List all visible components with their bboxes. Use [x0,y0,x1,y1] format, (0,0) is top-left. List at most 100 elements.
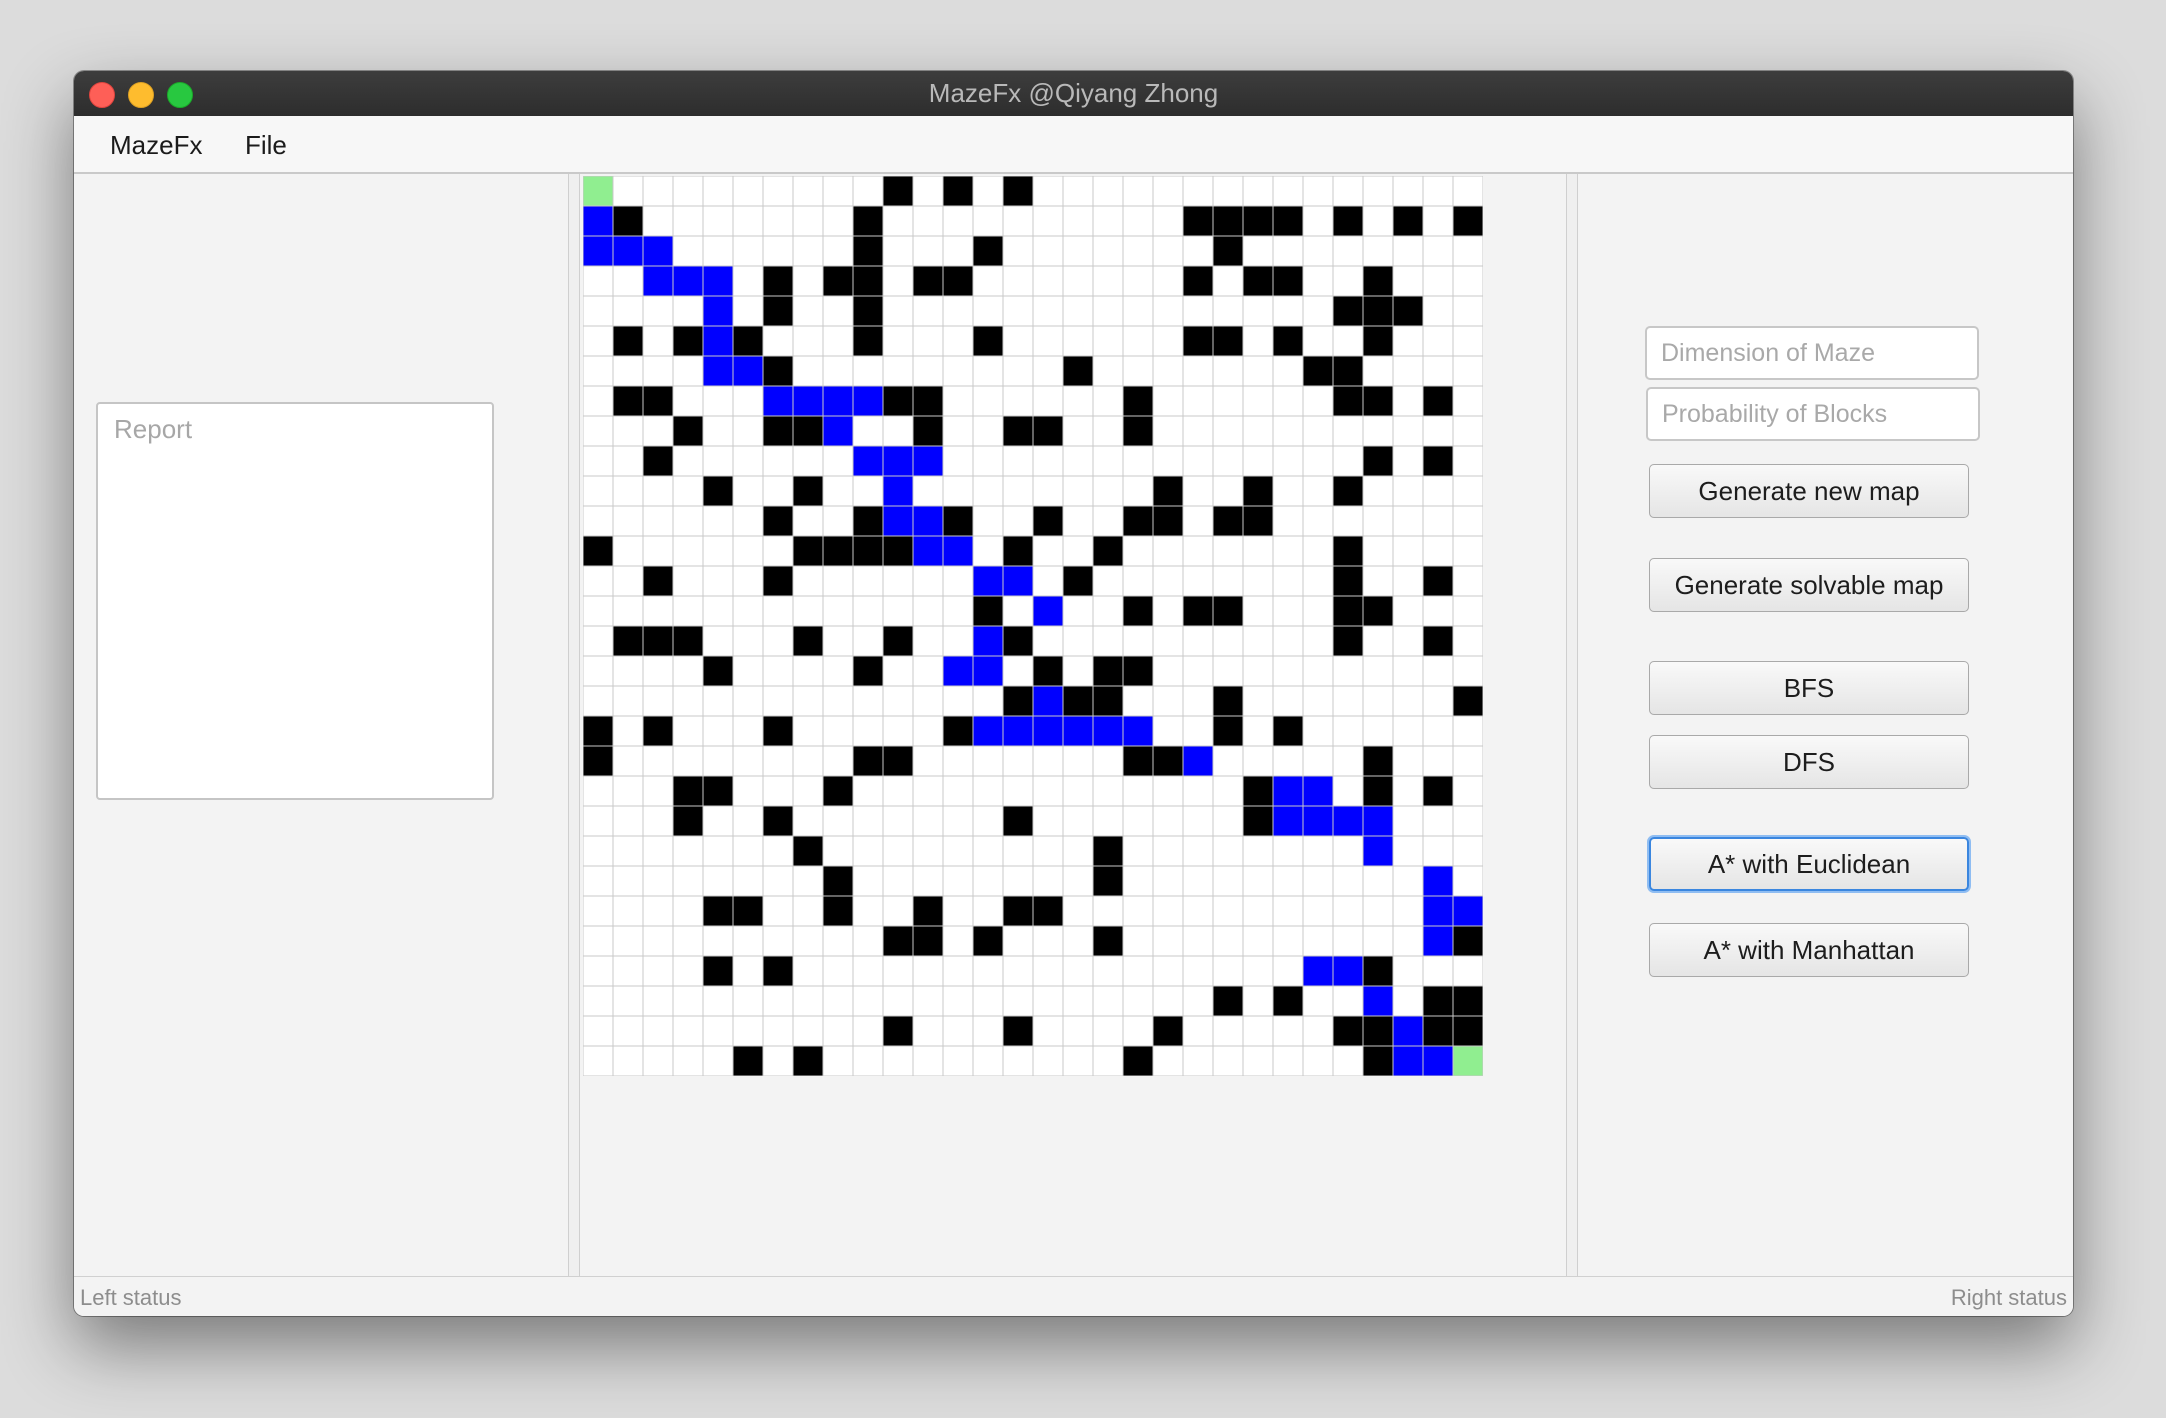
maze-cell-empty [1122,625,1154,657]
maze-cell-empty [1302,505,1334,537]
maze-cell-empty [852,835,884,867]
maze-cell-empty [762,865,794,897]
maze-cell-empty [672,505,704,537]
maze-cell-path [972,655,1004,687]
maze-cell-empty [792,895,824,927]
maze-cell-empty [912,625,944,657]
maze-cell-wall [1272,205,1304,237]
split-divider-left[interactable] [568,174,580,1277]
title-bar[interactable]: MazeFx @Qiyang Zhong [74,71,2073,117]
maze-cell-empty [852,475,884,507]
maze-cell-empty [702,595,734,627]
maze-cell-empty [1002,835,1034,867]
report-textarea[interactable]: Report [96,402,494,800]
maze-cell-wall [852,265,884,297]
maze-cell-empty [672,865,704,897]
maze-cell-empty [1392,775,1424,807]
maze-cell-empty [1452,775,1483,807]
maze-cell-path [672,265,704,297]
astar-euclidean-button[interactable]: A* with Euclidean [1649,837,1969,891]
maze-cell-empty [972,1045,1004,1076]
maze-cell-wall [1332,355,1364,387]
maze-cell-empty [1272,835,1304,867]
maze-cell-empty [822,176,854,207]
maze-cell-empty [1452,505,1483,537]
maze-cell-empty [1242,715,1274,747]
maze-cell-wall [792,415,824,447]
maze-cell-empty [1182,955,1214,987]
maze-cell-empty [1032,295,1064,327]
generate-new-map-button[interactable]: Generate new map [1649,464,1969,518]
maze-cell-empty [852,715,884,747]
maze-cell-wall [762,505,794,537]
maze-cell-empty [942,205,974,237]
maze-cell-empty [1422,295,1454,327]
maze-cell-wall [762,955,794,987]
maze-cell-empty [612,595,644,627]
maze-cell-empty [822,445,854,477]
maze-cell-empty [1032,925,1064,957]
maze-cell-empty [972,505,1004,537]
maze-cell-wall [1032,655,1064,687]
maze-cell-empty [1212,535,1244,567]
maze-cell-empty [912,565,944,597]
maze-cell-empty [762,595,794,627]
maze-cell-empty [822,685,854,717]
maze-cell-empty [1272,925,1304,957]
maze-cell-empty [912,595,944,627]
maze-cell-empty [1452,355,1483,387]
maze-cell-empty [972,385,1004,417]
maze-cell-empty [642,475,674,507]
maze-cell-empty [1062,925,1094,957]
maze-cell-empty [1152,595,1184,627]
maze-cell-empty [672,895,704,927]
maze-cell-empty [583,445,614,477]
generate-solvable-map-button[interactable]: Generate solvable map [1649,558,1969,612]
maze-pane [583,174,1566,1277]
window-title: MazeFx @Qiyang Zhong [928,78,1219,108]
menu-mazefx[interactable]: MazeFx [110,130,202,161]
maze-cell-empty [1452,415,1483,447]
maze-cell-empty [1242,565,1274,597]
maze-cell-wall [1332,535,1364,567]
maze-cell-path [822,415,854,447]
maze-cell-empty [583,595,614,627]
maze-cell-wall [583,715,614,747]
maze-cell-path [762,385,794,417]
maze-grid[interactable] [583,176,1483,1076]
probability-input[interactable] [1646,387,1980,441]
maze-cell-empty [1152,355,1184,387]
dfs-button[interactable]: DFS [1649,735,1969,789]
maze-cell-empty [583,475,614,507]
maze-cell-path [1422,865,1454,897]
maze-cell-empty [1212,955,1244,987]
maze-cell-empty [762,685,794,717]
maze-cell-empty [1242,985,1274,1017]
dimension-input[interactable] [1645,326,1979,380]
maze-cell-empty [672,925,704,957]
maze-cell-empty [1002,595,1034,627]
maze-cell-empty [912,1015,944,1047]
maze-cell-empty [1302,325,1334,357]
maze-cell-wall [1032,895,1064,927]
maze-cell-wall [1332,205,1364,237]
maze-cell-empty [642,925,674,957]
menu-file[interactable]: File [245,130,287,161]
astar-manhattan-button[interactable]: A* with Manhattan [1649,923,1969,977]
maze-cell-path [1392,1045,1424,1076]
bfs-button[interactable]: BFS [1649,661,1969,715]
maze-cell-path [732,355,764,387]
maze-cell-path [1362,805,1394,837]
maze-cell-empty [1152,655,1184,687]
maze-cell-start [583,176,614,207]
maze-cell-empty [1302,835,1334,867]
maze-cell-empty [612,1015,644,1047]
maze-cell-empty [822,205,854,237]
maze-cell-empty [612,835,644,867]
maze-cell-wall [822,865,854,897]
maze-cell-path [1182,745,1214,777]
maze-cell-path [1002,565,1034,597]
split-divider-right[interactable] [1566,174,1578,1277]
maze-cell-empty [672,985,704,1017]
maze-cell-wall [612,625,644,657]
